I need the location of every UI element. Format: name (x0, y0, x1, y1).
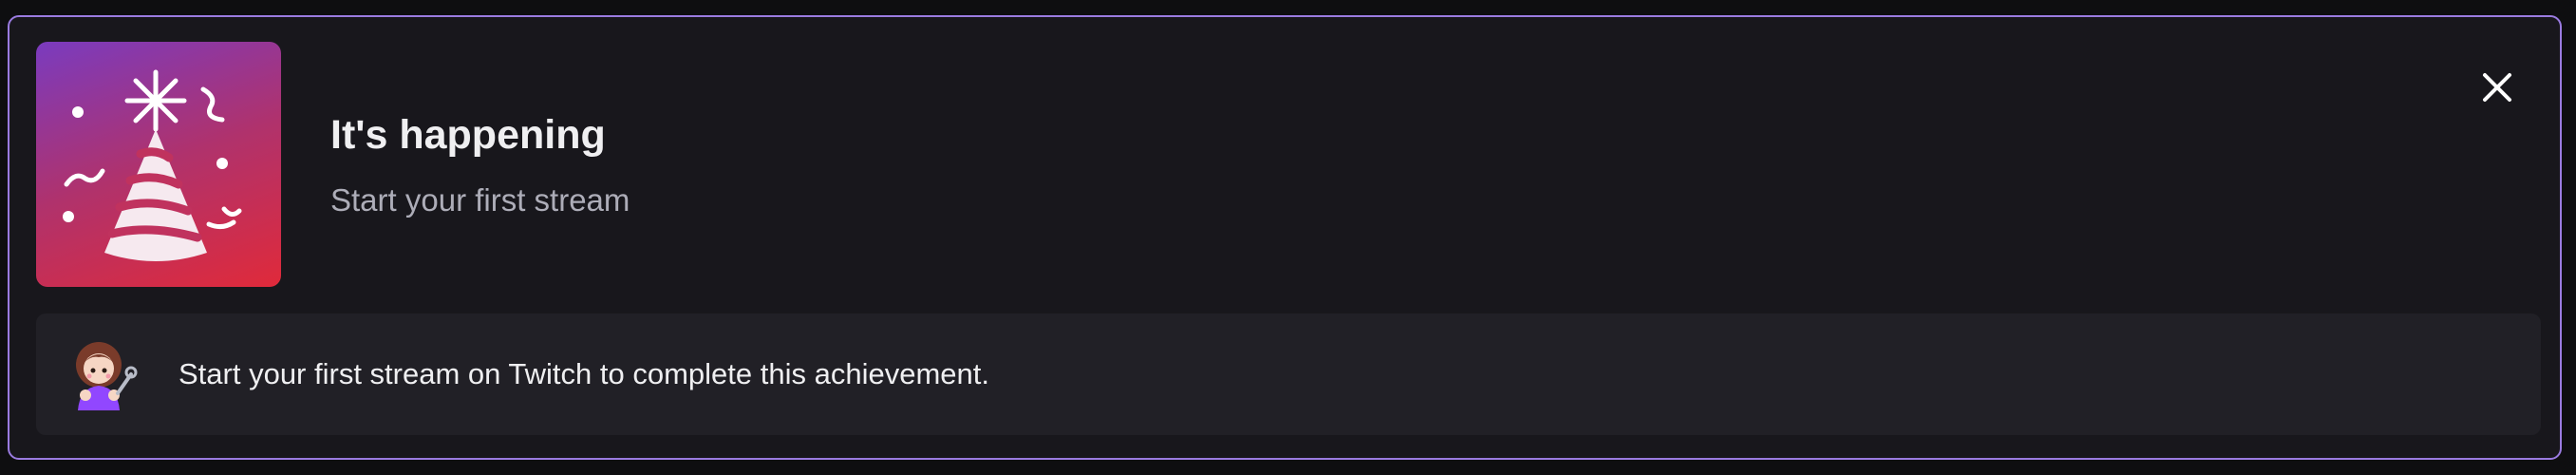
achievement-description: Start your first stream on Twitch to com… (179, 357, 989, 390)
achievement-subtitle: Start your first stream (330, 182, 630, 218)
streamer-avatar-icon (76, 342, 138, 410)
party-hat-icon (63, 69, 242, 261)
achievement-badge (36, 42, 281, 287)
achievement-title: It's happening (330, 112, 606, 158)
achievement-card: It's happening Start your first stream S… (8, 15, 2562, 460)
close-button[interactable] (2467, 57, 2528, 118)
achievement-footer: Start your first stream on Twitch to com… (36, 314, 2541, 435)
close-icon (2483, 73, 2511, 102)
streamer-avatar (65, 336, 141, 412)
